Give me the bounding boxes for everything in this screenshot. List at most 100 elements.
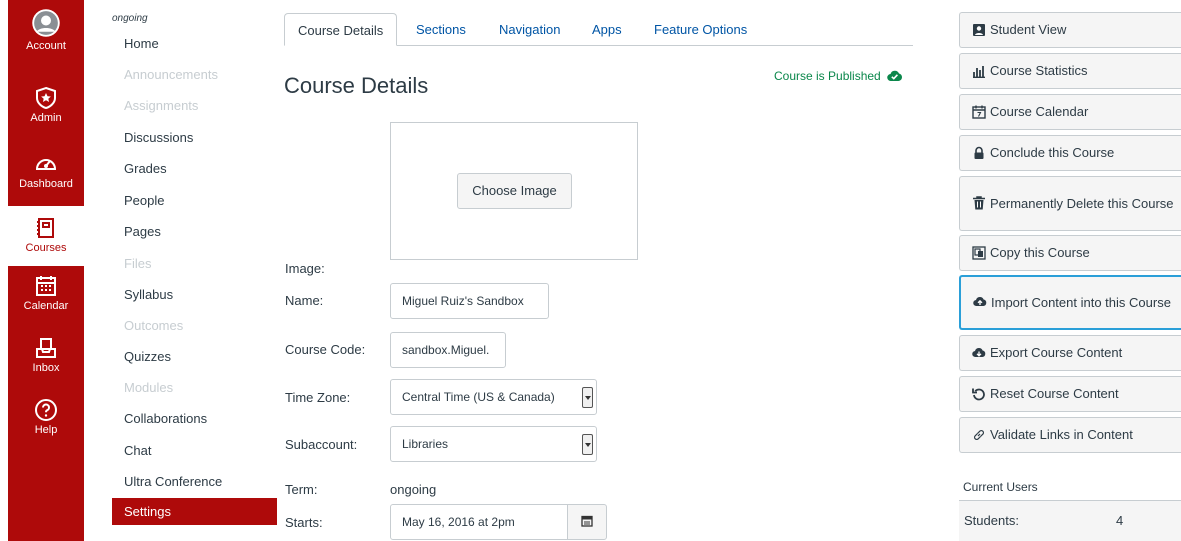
cloud-check-icon <box>887 70 903 82</box>
time-zone-select[interactable]: Central Time (US & Canada) <box>390 379 597 415</box>
calendar-icon <box>972 105 986 119</box>
subaccount-value: Libraries <box>402 437 449 451</box>
students-label: Students: <box>964 513 1019 528</box>
copy-course-button[interactable]: Copy this Course <box>959 235 1181 271</box>
global-nav-label: Dashboard <box>19 178 73 190</box>
help-question-icon <box>35 399 57 421</box>
global-nav-help[interactable]: Help <box>8 398 84 450</box>
global-nav-label: Admin <box>30 112 62 124</box>
image-label: Image: <box>285 261 325 276</box>
course-nav-chat[interactable]: Chat <box>124 443 151 458</box>
choose-image-button[interactable]: Choose Image <box>457 173 572 209</box>
course-statistics-label: Course Statistics <box>990 63 1088 78</box>
inbox-icon <box>36 338 56 358</box>
name-input[interactable]: Miguel Ruiz's Sandbox <box>390 283 549 319</box>
copy-icon <box>972 246 986 260</box>
import-content-text: Import Content into this Course <box>973 294 1171 312</box>
delete-course-label: Permanently Delete this Course <box>990 195 1174 211</box>
course-nav-discussions[interactable]: Discussions <box>124 130 193 145</box>
time-zone-value: Central Time (US & Canada) <box>402 390 555 404</box>
published-status-text: Course is Published <box>774 69 881 83</box>
global-nav-account[interactable]: Account <box>8 8 84 70</box>
course-nav-home[interactable]: Home <box>124 36 159 51</box>
dropdown-arrow-icon <box>582 434 593 455</box>
course-nav-outcomes[interactable]: Outcomes <box>124 318 183 333</box>
tab-course-details[interactable]: Course Details <box>284 13 398 46</box>
delete-course-button[interactable]: Permanently Delete this Course <box>959 176 1181 231</box>
term-value: ongoing <box>390 482 437 497</box>
conclude-course-label: Conclude this Course <box>990 145 1115 160</box>
tab-feature-options[interactable]: Feature Options <box>654 13 747 46</box>
course-statistics-button[interactable]: Course Statistics <box>959 53 1181 89</box>
course-nav-quizzes[interactable]: Quizzes <box>124 349 171 364</box>
course-nav-files[interactable]: Files <box>124 256 151 271</box>
course-nav-syllabus[interactable]: Syllabus <box>124 287 173 302</box>
right-sidebar: Student View Course Statistics Course Ca… <box>959 0 1181 541</box>
student-view-label: Student View <box>990 22 1067 37</box>
lock-icon <box>974 146 984 159</box>
current-users-heading: Current Users <box>963 480 1038 494</box>
settings-tabs: Course Details Sections Navigation Apps … <box>284 13 913 46</box>
course-nav-collaborations[interactable]: Collaborations <box>124 411 207 426</box>
course-nav-people[interactable]: People <box>124 193 164 208</box>
global-nav-admin[interactable]: Admin <box>8 86 84 138</box>
import-content-button[interactable]: Import Content into this Course <box>959 275 1181 330</box>
conclude-course-button[interactable]: Conclude this Course <box>959 135 1181 171</box>
published-status: Course is Published <box>774 69 903 83</box>
cloud-upload-icon <box>973 296 987 306</box>
starts-date-input[interactable]: May 16, 2016 at 2pm <box>390 504 568 540</box>
course-nav-settings[interactable]: Settings <box>112 498 277 525</box>
page-title: Course Details <box>284 73 429 98</box>
bar-chart-icon <box>973 66 985 78</box>
time-zone-label: Time Zone: <box>285 390 351 405</box>
tab-sections[interactable]: Sections <box>416 13 466 46</box>
cloud-download-icon <box>972 347 986 358</box>
calendar-icon <box>36 276 56 296</box>
delete-course-text: Permanently Delete this Course <box>972 195 1174 213</box>
export-content-label: Export Course Content <box>990 345 1123 360</box>
course-nav-modules[interactable]: Modules <box>124 380 173 395</box>
account-avatar-icon <box>32 9 60 37</box>
dashboard-gauge-icon <box>35 159 57 170</box>
course-nav-grades[interactable]: Grades <box>124 161 167 176</box>
validate-links-button[interactable]: Validate Links in Content <box>959 417 1181 453</box>
course-nav-assignments[interactable]: Assignments <box>124 98 198 113</box>
global-nav-label: Courses <box>25 242 67 254</box>
dropdown-arrow-icon <box>582 387 593 408</box>
student-view-button[interactable]: Student View <box>959 12 1181 48</box>
global-nav: Account Admin Dashboard Courses Calendar… <box>8 0 84 541</box>
course-nav: ongoing Home Announcements Assignments D… <box>112 0 282 541</box>
course-term-label: ongoing <box>112 13 148 24</box>
reset-content-label: Reset Course Content <box>990 386 1119 401</box>
course-calendar-label: Course Calendar <box>990 104 1089 119</box>
subaccount-select[interactable]: Libraries <box>390 426 597 462</box>
courses-book-icon <box>37 218 54 238</box>
tab-navigation[interactable]: Navigation <box>499 13 560 46</box>
global-nav-dashboard[interactable]: Dashboard <box>8 152 84 204</box>
import-content-label: Import Content into this Course <box>991 294 1171 310</box>
date-picker-button[interactable] <box>567 504 607 540</box>
term-label: Term: <box>285 482 318 497</box>
calendar-icon <box>581 515 593 527</box>
course-nav-pages[interactable]: Pages <box>124 224 161 239</box>
course-code-input[interactable]: sandbox.Miguel. <box>390 332 506 368</box>
course-calendar-button[interactable]: Course Calendar <box>959 94 1181 130</box>
export-content-button[interactable]: Export Course Content <box>959 335 1181 371</box>
current-users-table: Students: 4 <box>959 500 1181 541</box>
global-nav-label: Inbox <box>32 362 60 374</box>
course-nav-ultra-conference[interactable]: Ultra Conference <box>124 474 222 489</box>
course-nav-announcements[interactable]: Announcements <box>124 67 218 82</box>
tab-apps[interactable]: Apps <box>592 13 622 46</box>
global-nav-label: Calendar <box>23 300 69 312</box>
admin-shield-icon <box>36 86 56 110</box>
global-nav-courses[interactable]: Courses <box>8 206 84 266</box>
validate-links-label: Validate Links in Content <box>990 427 1133 442</box>
copy-course-label: Copy this Course <box>990 245 1090 260</box>
name-label: Name: <box>285 293 324 308</box>
trash-icon <box>973 195 985 209</box>
global-nav-calendar[interactable]: Calendar <box>8 274 84 326</box>
student-view-icon <box>973 24 985 36</box>
link-icon <box>974 430 984 440</box>
global-nav-inbox[interactable]: Inbox <box>8 336 84 388</box>
reset-content-button[interactable]: Reset Course Content <box>959 376 1181 412</box>
